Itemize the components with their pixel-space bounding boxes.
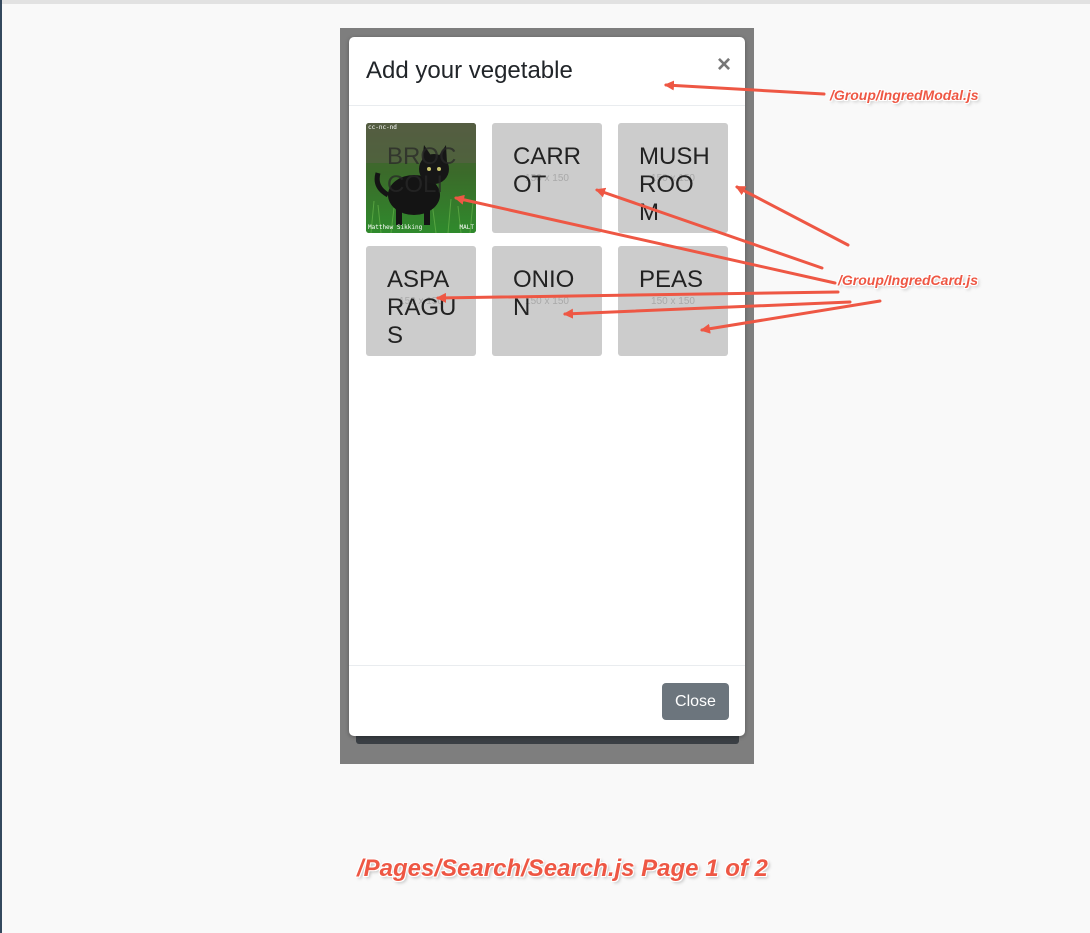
card-label: CARROT xyxy=(513,143,582,198)
annotation-modal-file: /Group/IngredModal.js xyxy=(830,87,979,103)
close-button[interactable]: Close xyxy=(662,683,729,720)
card-label: PEAS xyxy=(639,266,704,293)
ingredient-card-peas[interactable]: 150 x 150 PEAS xyxy=(618,246,728,356)
ingredient-modal: Add your vegetable × cc-nc-nd Matthew Si… xyxy=(349,37,745,736)
close-icon[interactable]: × xyxy=(717,53,731,77)
photo-mark-tag: MALT xyxy=(459,224,474,231)
card-label: MUSHROOM xyxy=(639,143,710,226)
ingredient-card-mushroom[interactable]: 150 x 150 MUSHROOM xyxy=(618,123,728,233)
card-label: ASPARAGUS xyxy=(387,266,457,349)
modal-footer: Close xyxy=(349,665,745,737)
annotation-card-file: /Group/IngredCard.js xyxy=(838,272,979,288)
photo-license-tag: cc-nc-nd xyxy=(368,124,397,131)
left-edge xyxy=(0,0,2,933)
top-strip xyxy=(0,0,1090,4)
modal-title: Add your vegetable xyxy=(366,57,573,84)
page: Add your vegetable × cc-nc-nd Matthew Si… xyxy=(0,0,1090,933)
ingredient-card-broccoli[interactable]: cc-nc-nd Matthew Sikking MALT BROCCOLI xyxy=(366,123,476,233)
annotation-page-file: /Pages/Search/Search.js Page 1 of 2 xyxy=(357,855,768,882)
modal-header: Add your vegetable × xyxy=(349,37,745,106)
card-label: ONION xyxy=(513,266,575,321)
photo-author-tag: Matthew Sikking xyxy=(368,224,423,231)
card-label: BROCCOLI xyxy=(387,143,457,198)
card-placeholder-text: 150 x 150 xyxy=(651,296,695,307)
ingredient-card-onion[interactable]: 150 x 150 ONION xyxy=(492,246,602,356)
ingredient-card-carrot[interactable]: 150 x 150 CARROT xyxy=(492,123,602,233)
ingredient-card-asparagus[interactable]: 150 x 150 ASPARAGUS xyxy=(366,246,476,356)
